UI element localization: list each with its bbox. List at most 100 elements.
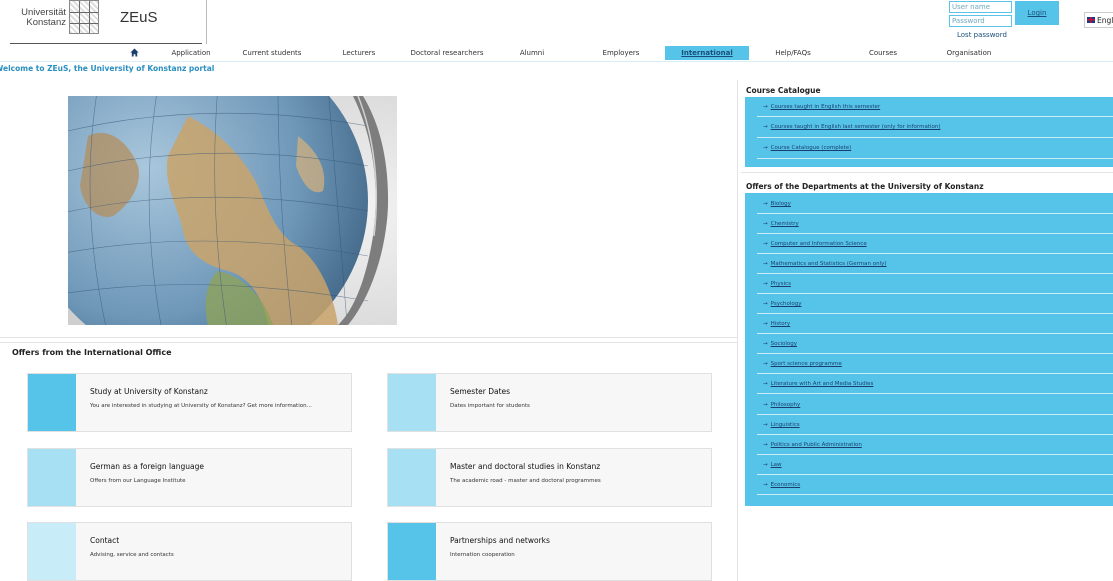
dept-link-label: Mathematics and Statistics (German only) — [770, 261, 887, 267]
course-link-label: Course Catalogue (complete) — [770, 145, 852, 151]
dept-link-label: Sociology — [770, 341, 798, 347]
tile-contact[interactable]: Contact Advising, service and contacts — [27, 522, 352, 581]
section-divider — [741, 172, 1113, 173]
dept-link-label: Physics — [770, 281, 791, 287]
course-link-english-this-semester[interactable]: → Courses taught in English this semester — [763, 104, 880, 110]
link-divider — [757, 333, 1113, 334]
dept-link-biology[interactable]: → Biology — [763, 201, 791, 207]
nav-item-courses[interactable]: Courses — [866, 46, 900, 60]
language-selector[interactable]: English — [1084, 12, 1113, 28]
dept-link-label: Chemistry — [770, 221, 799, 227]
nav-top-rule — [10, 43, 202, 44]
dept-link-chemistry[interactable]: → Chemistry — [763, 221, 799, 227]
course-link-label: Courses taught in English this semester — [770, 104, 881, 110]
arrow-right-icon: → — [763, 462, 768, 468]
dept-link-physics[interactable]: → Physics — [763, 281, 791, 287]
link-divider — [757, 474, 1113, 475]
nav-item-organisation[interactable]: Organisation — [944, 46, 994, 60]
arrow-right-icon: → — [763, 341, 768, 347]
tile-description: Advising, service and contacts — [90, 552, 174, 558]
arrow-right-icon: → — [763, 422, 768, 428]
dept-link-sociology[interactable]: → Sociology — [763, 341, 797, 347]
home-icon[interactable] — [130, 48, 139, 57]
course-link-catalogue-complete[interactable]: → Course Catalogue (complete) — [763, 145, 851, 151]
dept-link-psychology[interactable]: → Psychology — [763, 301, 801, 307]
main-navigation: Application Current students Lecturers D… — [0, 46, 1113, 60]
dept-link-label: Sport science programme — [770, 361, 842, 367]
tile-description: Offers from our Language Institute — [90, 478, 186, 484]
tile-semester-dates[interactable]: Semester Dates Dates important for stude… — [387, 373, 712, 432]
dept-link-philosophy[interactable]: → Philosophy — [763, 402, 800, 408]
login-button[interactable]: Login — [1015, 1, 1059, 25]
nav-item-international[interactable]: International — [665, 46, 749, 60]
nav-item-employers[interactable]: Employers — [598, 46, 644, 60]
arrow-right-icon: → — [763, 241, 768, 247]
tile-partnerships-networks[interactable]: Partnerships and networks Internation co… — [387, 522, 712, 581]
tile-color-swatch — [388, 523, 436, 580]
language-label: English — [1097, 15, 1113, 25]
dept-link-politics[interactable]: → Politics and Public Administration — [763, 442, 862, 448]
dept-link-history[interactable]: → History — [763, 321, 790, 327]
nav-item-doctoral-researchers[interactable]: Doctoral researchers — [408, 46, 486, 60]
tile-study-at-konstanz[interactable]: Study at University of Konstanz You are … — [27, 373, 352, 432]
dept-link-mathematics[interactable]: → Mathematics and Statistics (German only… — [763, 261, 887, 267]
nav-bottom-rule — [0, 61, 1113, 62]
password-input[interactable] — [949, 15, 1012, 27]
arrow-right-icon: → — [763, 104, 768, 110]
course-link-label: Courses taught in English last semester … — [770, 124, 941, 130]
international-office-heading: Offers from the International Office — [12, 348, 172, 357]
column-divider — [737, 80, 738, 581]
tile-master-doctoral-studies[interactable]: Master and doctoral studies in Konstanz … — [387, 448, 712, 507]
tile-description: The academic road - master and doctoral … — [450, 478, 601, 484]
nav-item-current-students[interactable]: Current students — [240, 46, 304, 60]
arrow-right-icon: → — [763, 402, 768, 408]
link-divider — [757, 253, 1113, 254]
dept-link-economics[interactable]: → Economics — [763, 482, 800, 488]
university-emblem-icon — [69, 0, 99, 34]
tile-title: Study at University of Konstanz — [90, 387, 208, 396]
link-divider — [757, 313, 1113, 314]
dept-link-label: Biology — [770, 201, 791, 207]
arrow-right-icon: → — [763, 321, 768, 327]
departments-box: → Biology → Chemistry → Computer and Inform… — [745, 193, 1113, 506]
dept-link-label: Psychology — [770, 301, 802, 307]
dept-link-sport-science[interactable]: → Sport science programme — [763, 361, 842, 367]
nav-item-help-faqs[interactable]: Help/FAQs — [772, 46, 814, 60]
dept-link-label: Philosophy — [770, 402, 801, 408]
link-divider — [757, 454, 1113, 455]
dept-link-label: Law — [770, 462, 782, 468]
course-link-english-last-semester[interactable]: → Courses taught in English last semester… — [763, 124, 941, 130]
dept-link-literature[interactable]: → Literature with Art and Media Studies — [763, 381, 873, 387]
uk-flag-icon — [1087, 17, 1095, 23]
nav-item-lecturers[interactable]: Lecturers — [340, 46, 378, 60]
link-divider — [757, 494, 1113, 495]
link-divider — [757, 137, 1113, 138]
tile-color-swatch — [28, 449, 76, 506]
arrow-right-icon: → — [763, 124, 768, 130]
nav-item-alumni[interactable]: Alumni — [518, 46, 546, 60]
dept-link-label: History — [770, 321, 791, 327]
arrow-right-icon: → — [763, 381, 768, 387]
arrow-right-icon: → — [763, 201, 768, 207]
username-input[interactable] — [949, 1, 1012, 13]
dept-link-linguistics[interactable]: → Linguistics — [763, 422, 800, 428]
arrow-right-icon: → — [763, 145, 768, 151]
tile-title: Master and doctoral studies in Konstanz — [450, 462, 601, 471]
link-divider — [757, 273, 1113, 274]
tile-description: Dates important for students — [450, 403, 530, 409]
university-logo[interactable]: Universität Konstanz — [6, 8, 66, 28]
tile-german-foreign-language[interactable]: German as a foreign language Offers from… — [27, 448, 352, 507]
link-divider — [757, 116, 1113, 117]
arrow-right-icon: → — [763, 261, 768, 267]
link-divider — [757, 393, 1113, 394]
dept-link-law[interactable]: → Law — [763, 462, 782, 468]
welcome-heading: Welcome to ZEuS, the University of Konst… — [0, 64, 215, 73]
dept-link-computer-science[interactable]: → Computer and Information Science — [763, 241, 867, 247]
tile-color-swatch — [388, 374, 436, 431]
nav-item-application[interactable]: Application — [166, 46, 216, 60]
lost-password-link[interactable]: Lost password — [957, 31, 1007, 39]
course-catalogue-heading: Course Catalogue — [746, 86, 821, 95]
arrow-right-icon: → — [763, 442, 768, 448]
dept-link-label: Politics and Public Administration — [770, 442, 862, 448]
section-divider — [0, 342, 737, 343]
